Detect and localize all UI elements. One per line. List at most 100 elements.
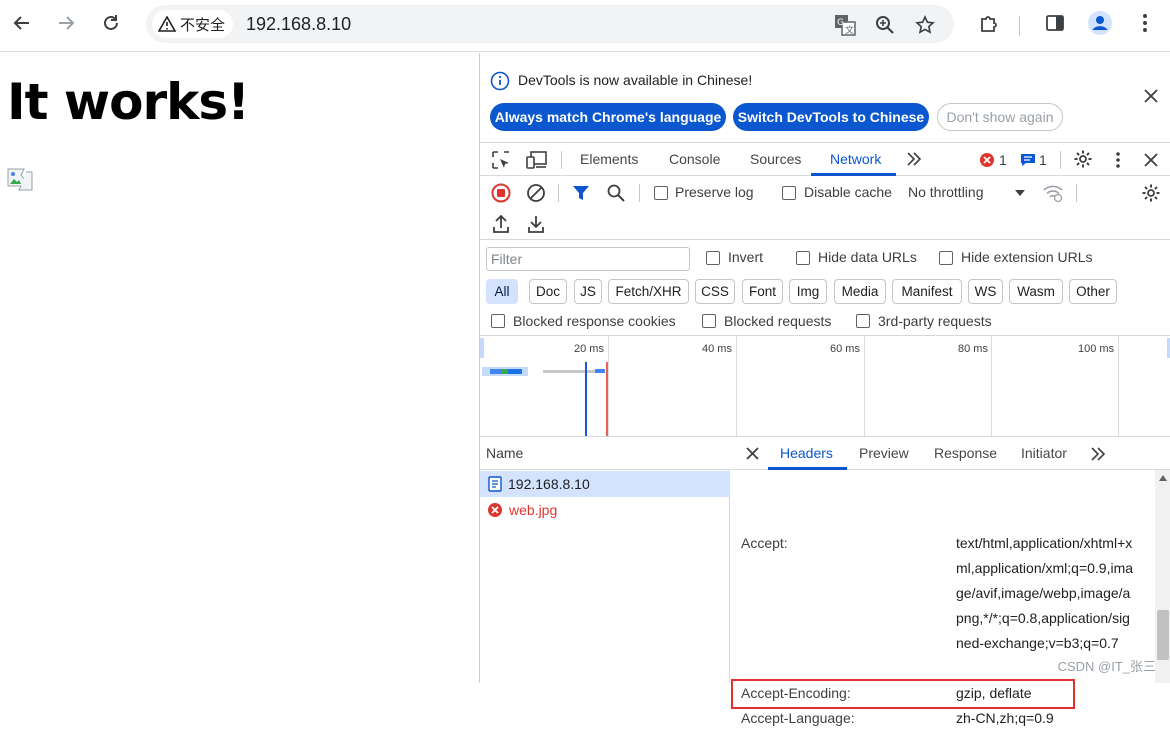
invert-checkbox[interactable] xyxy=(706,251,720,265)
reload-button[interactable] xyxy=(96,8,126,38)
tab-initiator[interactable]: Initiator xyxy=(1021,445,1067,461)
preserve-log-checkbox[interactable] xyxy=(654,186,668,200)
infobar-text: DevTools is now available in Chinese! xyxy=(518,72,753,88)
clear-icon[interactable] xyxy=(526,183,546,203)
extensions-button[interactable] xyxy=(974,8,1004,38)
detail-tabbar: Headers Preview Response Initiator xyxy=(731,437,1170,470)
network-overview-timeline[interactable]: 20 ms 40 ms 60 ms 80 ms 100 ms xyxy=(480,336,1170,437)
translate-icon[interactable]: G文 xyxy=(834,14,856,36)
third-party-checkbox[interactable] xyxy=(856,314,870,328)
back-button[interactable] xyxy=(7,8,37,38)
toolbar-divider xyxy=(1019,16,1020,36)
profile-button[interactable] xyxy=(1085,8,1115,38)
filter-type-doc[interactable]: Doc xyxy=(529,279,567,304)
detail-scrollbar[interactable] xyxy=(1155,470,1170,683)
request-name: web.jpg xyxy=(509,502,558,518)
search-icon[interactable] xyxy=(607,184,625,202)
bookmark-star-icon[interactable] xyxy=(914,14,936,36)
network-conditions-icon[interactable] xyxy=(1042,183,1064,203)
name-header-label: Name xyxy=(486,445,524,461)
message-count[interactable]: 1 xyxy=(1039,152,1047,168)
hide-data-urls-checkbox[interactable] xyxy=(796,251,810,265)
forward-button[interactable] xyxy=(51,8,81,38)
filter-type-img[interactable]: Img xyxy=(789,279,827,304)
filter-type-js[interactable]: JS xyxy=(574,279,602,304)
detail-active-tab-indicator xyxy=(768,467,847,470)
settings-gear-icon[interactable] xyxy=(1073,149,1093,169)
network-settings-gear-icon[interactable] xyxy=(1141,183,1161,203)
error-count[interactable]: 1 xyxy=(999,152,1007,168)
filter-type-font[interactable]: Font xyxy=(742,279,783,304)
chrome-menu-button[interactable] xyxy=(1130,8,1160,38)
chevron-down-icon[interactable] xyxy=(1014,189,1026,197)
tick-label: 40 ms xyxy=(702,343,732,355)
always-match-language-button[interactable]: Always match Chrome's language xyxy=(490,103,726,131)
blocked-requests-checkbox[interactable] xyxy=(702,314,716,328)
filter-type-manifest[interactable]: Manifest xyxy=(892,279,962,304)
tick-label: 80 ms xyxy=(958,343,988,355)
forward-arrow-icon xyxy=(59,16,75,30)
invert-label: Invert xyxy=(728,249,764,265)
zoom-icon[interactable] xyxy=(874,14,896,36)
grid-line xyxy=(608,336,609,436)
switch-to-chinese-button[interactable]: Switch DevTools to Chinese xyxy=(733,103,929,131)
tick-label: 100 ms xyxy=(1078,343,1115,355)
filter-type-fetch-xhr[interactable]: Fetch/XHR xyxy=(608,279,689,304)
name-column-header[interactable]: Name xyxy=(480,437,730,470)
browser-toolbar: 不安全 192.168.8.10 G文 xyxy=(0,0,1170,52)
tab-network[interactable]: Network xyxy=(830,151,881,167)
kebab-menu-icon xyxy=(1143,14,1147,32)
hide-extension-urls-label: Hide extension URLs xyxy=(961,249,1093,265)
header-value: zh-CN,zh;q=0.9 xyxy=(956,710,1054,726)
filter-type-wasm[interactable]: Wasm xyxy=(1009,279,1063,304)
devtools-menu-icon[interactable] xyxy=(1115,151,1121,169)
filter-funnel-icon[interactable] xyxy=(572,184,590,202)
network-filter-bar: Filter Invert Hide data URLs Hide extens… xyxy=(480,241,1170,336)
more-tabs-chevron-icon[interactable] xyxy=(906,152,922,166)
filter-type-media[interactable]: Media xyxy=(834,279,886,304)
devtools-panel: DevTools is now available in Chinese! Al… xyxy=(479,53,1170,726)
export-har-icon[interactable] xyxy=(527,215,545,233)
request-row[interactable]: web.jpg xyxy=(480,497,730,523)
hide-extension-urls-checkbox[interactable] xyxy=(939,251,953,265)
tab-console[interactable]: Console xyxy=(669,151,720,167)
header-key: Accept-Encoding: xyxy=(741,685,851,701)
disable-cache-checkbox[interactable] xyxy=(782,186,796,200)
scroll-up-arrow-icon[interactable] xyxy=(1158,474,1168,482)
request-row[interactable]: 192.168.8.10 xyxy=(480,471,730,497)
record-stop-icon[interactable] xyxy=(491,183,511,203)
tab-sources[interactable]: Sources xyxy=(750,151,801,167)
filter-type-other[interactable]: Other xyxy=(1069,279,1117,304)
filter-type-ws[interactable]: WS xyxy=(968,279,1003,304)
tab-response[interactable]: Response xyxy=(934,445,997,461)
scroll-thumb[interactable] xyxy=(1157,610,1169,660)
security-chip[interactable]: 不安全 xyxy=(152,10,234,38)
inspect-element-icon[interactable] xyxy=(491,150,511,170)
grid-line xyxy=(1118,336,1119,436)
close-detail-icon[interactable] xyxy=(746,447,759,460)
filter-input[interactable]: Filter xyxy=(486,247,690,271)
tab-headers[interactable]: Headers xyxy=(780,445,833,461)
throttling-select[interactable]: No throttling xyxy=(908,184,983,200)
tab-preview[interactable]: Preview xyxy=(859,445,909,461)
dont-show-again-button[interactable]: Don't show again xyxy=(937,103,1063,131)
error-icon[interactable] xyxy=(979,152,995,168)
import-har-icon[interactable] xyxy=(492,215,510,233)
more-detail-tabs-chevron-icon[interactable] xyxy=(1090,447,1106,461)
domcontentloaded-marker xyxy=(585,362,587,436)
device-toolbar-icon[interactable] xyxy=(526,150,548,170)
filter-type-css[interactable]: CSS xyxy=(695,279,735,304)
side-panel-icon xyxy=(1046,15,1064,31)
filter-type-all[interactable]: All xyxy=(486,279,518,304)
close-infobar-icon[interactable] xyxy=(1144,89,1158,103)
timeline-left-handle[interactable] xyxy=(480,338,484,358)
watermark: CSDN @IT_张三 xyxy=(1057,659,1156,674)
address-bar[interactable]: 不安全 192.168.8.10 G文 xyxy=(146,5,954,43)
side-panel-button[interactable] xyxy=(1040,8,1070,38)
net-divider xyxy=(558,184,559,202)
message-icon[interactable] xyxy=(1020,153,1036,167)
close-devtools-icon[interactable] xyxy=(1144,153,1158,167)
blocked-cookies-checkbox[interactable] xyxy=(491,314,505,328)
tab-elements[interactable]: Elements xyxy=(580,151,638,167)
grid-line xyxy=(864,336,865,436)
